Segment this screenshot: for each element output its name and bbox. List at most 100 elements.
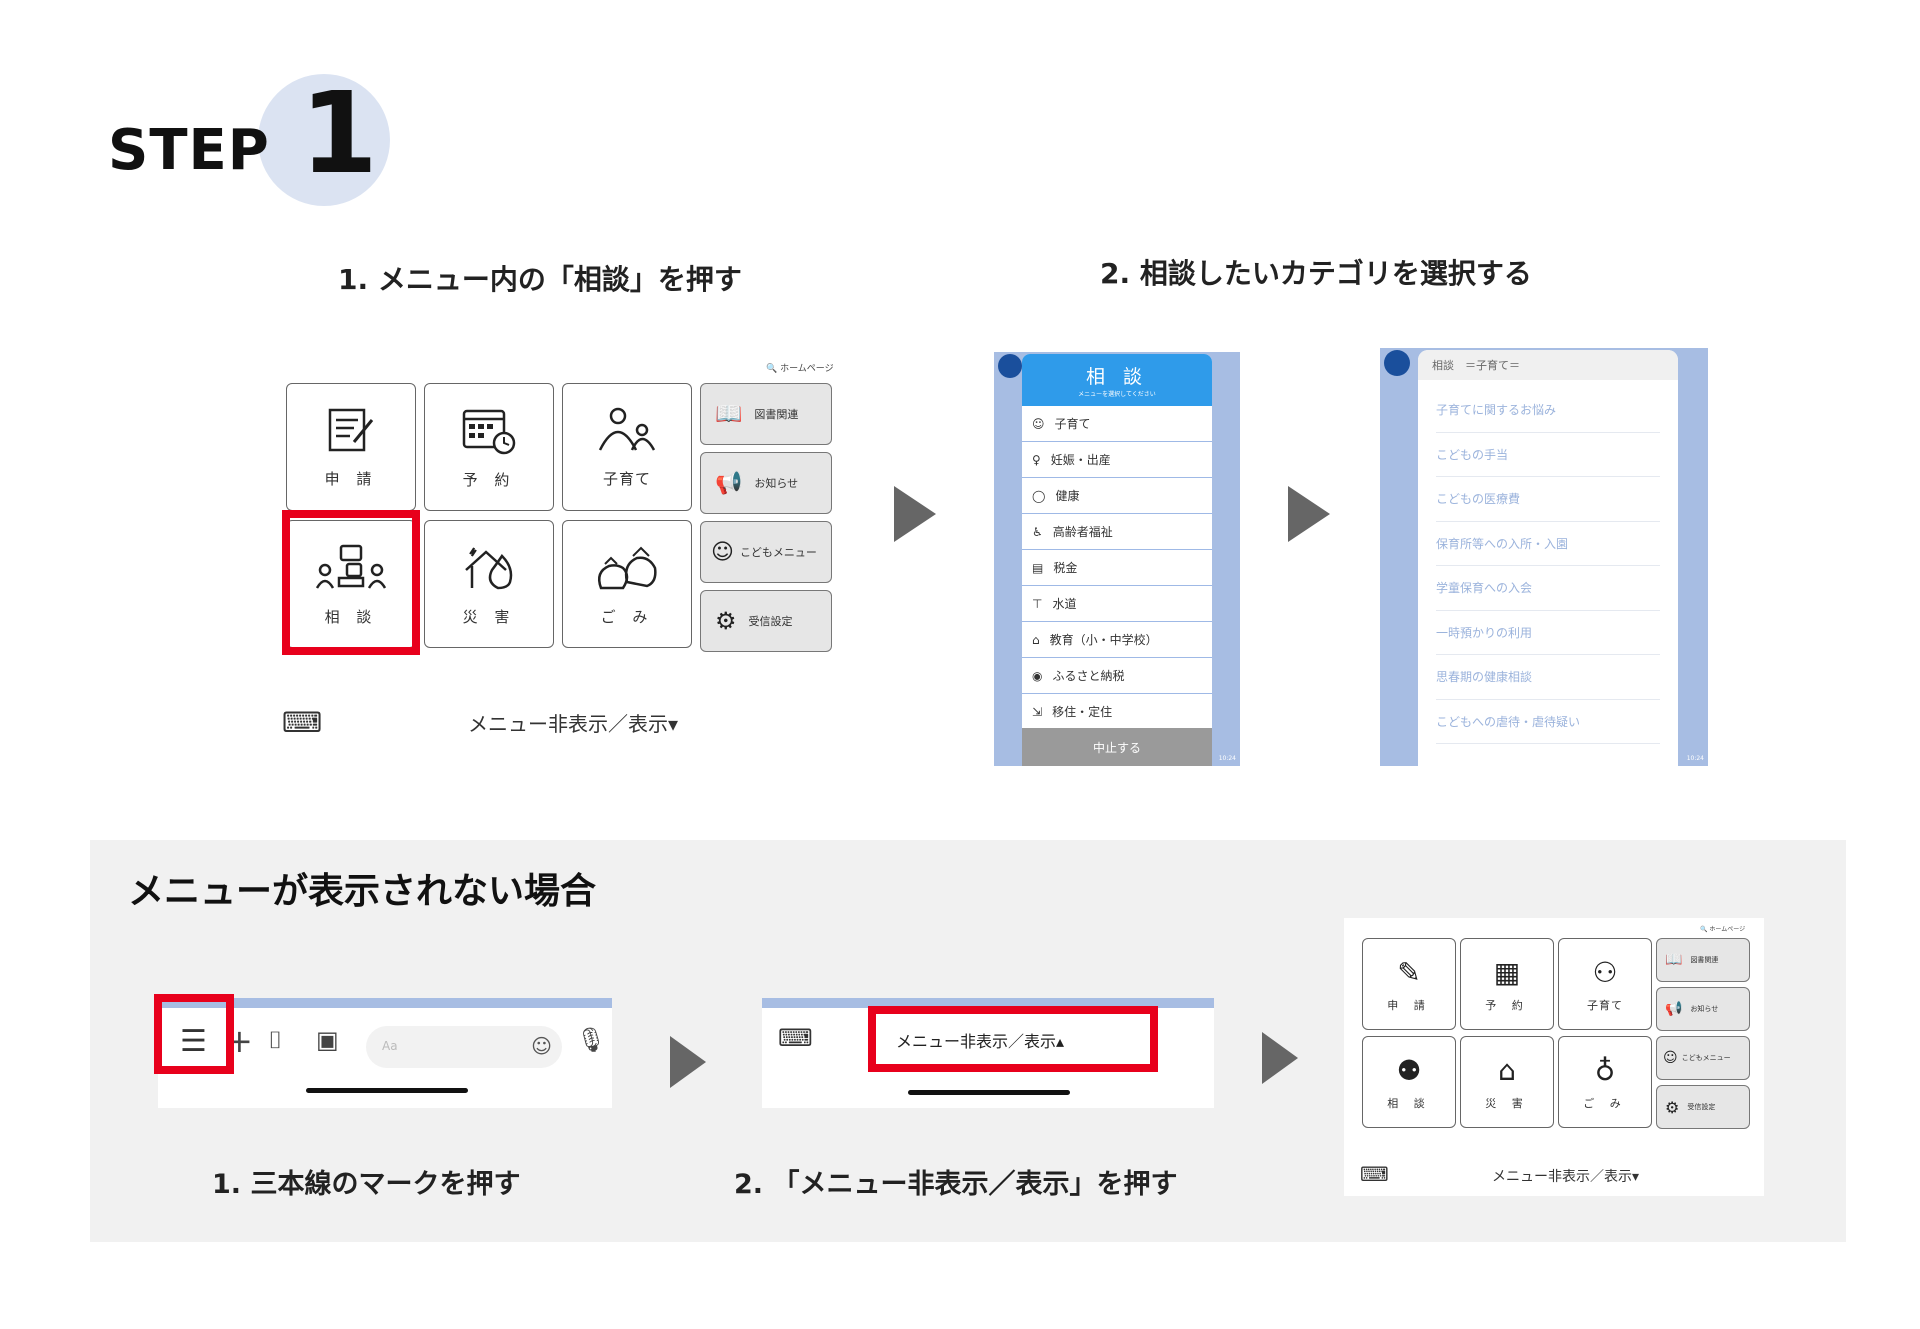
highlight-toggle bbox=[868, 1006, 1158, 1072]
menu-consult-button[interactable]: ⚉ 相 談 bbox=[1362, 1036, 1456, 1128]
timestamp: 10:24 bbox=[1686, 755, 1704, 762]
consult-item[interactable]: ⊤ 水道 bbox=[1022, 586, 1212, 622]
apple-icon: ◯ bbox=[1032, 488, 1046, 503]
childcare-header: 相談 ＝子育て＝ bbox=[1418, 350, 1678, 380]
camera-icon[interactable]: ⌷ bbox=[268, 1026, 282, 1054]
homepage-link[interactable]: 🔍 ホームページ bbox=[1700, 924, 1745, 933]
elderly-icon: ♿ bbox=[1032, 524, 1043, 539]
parent-child-icon: ⚇ bbox=[1592, 955, 1618, 989]
step-number: 1 bbox=[300, 69, 378, 199]
consult-item[interactable]: ⇲ 移住・定住 bbox=[1022, 694, 1212, 730]
timestamp: 10:24 bbox=[1218, 755, 1236, 762]
category-item[interactable]: 保育所等への入所・入園 bbox=[1436, 522, 1660, 566]
instruction-heading-1: 1. メニュー内の「相談」を押す bbox=[338, 263, 742, 296]
step-label: STEP bbox=[108, 118, 270, 183]
instruction-caption-2: 2. 「メニュー非表示／表示」を押す bbox=[734, 1169, 1178, 1200]
menu-apply-button[interactable]: ✎ 申 請 bbox=[1362, 938, 1456, 1030]
consult-item[interactable]: ☺ 子育て bbox=[1022, 406, 1212, 442]
menu-childcare-button[interactable]: ⚇ 子育て bbox=[1558, 938, 1652, 1030]
menu-disaster-button[interactable]: 災 害 bbox=[424, 520, 554, 648]
child-face-icon: ☺ bbox=[711, 539, 734, 565]
consultation-icon: ⚉ bbox=[1396, 1053, 1422, 1087]
book-icon: 📖 bbox=[1665, 952, 1683, 968]
message-input[interactable]: Aa ☺ bbox=[366, 1026, 562, 1068]
menu-reserve-button[interactable]: ▦ 予 約 bbox=[1460, 938, 1554, 1030]
pregnancy-icon: ♀ bbox=[1032, 452, 1041, 467]
menu-news-button[interactable]: 📢 お知らせ bbox=[1656, 987, 1750, 1031]
highlight-hamburger bbox=[154, 994, 234, 1074]
menu-disaster-button[interactable]: ⌂ 災 害 bbox=[1460, 1036, 1554, 1128]
keyboard-icon[interactable]: ⌨ bbox=[778, 1024, 813, 1052]
consult-menu: 相 談 メニューを選択してください ☺ 子育て ♀ 妊娠・出産 ◯ 健康 ♿ 高齢者福祉… bbox=[1022, 354, 1212, 766]
relocation-icon: ⇲ bbox=[1032, 704, 1043, 719]
side-item-label: こどもメニュー bbox=[739, 546, 817, 559]
menu-settings-button[interactable]: ⚙ 受信設定 bbox=[1656, 1085, 1750, 1129]
account-avatar bbox=[1384, 350, 1410, 376]
next-arrow bbox=[670, 1036, 706, 1088]
garbage-bags-icon: ♁ bbox=[1594, 1053, 1616, 1087]
menu-item-label: 災 害 bbox=[462, 607, 516, 626]
baby-icon: ☺ bbox=[1032, 416, 1045, 431]
house-fire-icon: ⌂ bbox=[1498, 1053, 1516, 1087]
account-avatar bbox=[998, 354, 1022, 378]
image-icon[interactable]: ▣ bbox=[316, 1026, 339, 1054]
menu-library-button[interactable]: 📖 図書関連 bbox=[700, 383, 832, 445]
instruction-heading-2: 2. 相談したいカテゴリを選択する bbox=[1100, 257, 1532, 290]
cancel-button[interactable]: 中止する bbox=[1022, 728, 1212, 766]
homepage-link[interactable]: 🔍 ホームページ bbox=[766, 361, 834, 374]
next-arrow bbox=[1262, 1032, 1298, 1084]
menu-missing-section: メニューが表示されない場合 ☰ + ⌷ ▣ Aa ☺ 🎙 ⌨ メニュー非表示／表示… bbox=[90, 840, 1846, 1242]
category-item[interactable]: 思春期の健康相談 bbox=[1436, 655, 1660, 700]
childcare-screen: 相談 ＝子育て＝ 子育てに関するお悩み こどもの手当 こどもの医療費 保育所等へ… bbox=[1380, 348, 1708, 766]
tax-icon: ▤ bbox=[1032, 560, 1044, 575]
consult-header: 相 談 メニューを選択してください bbox=[1022, 354, 1212, 406]
category-item[interactable]: こどもの手当 bbox=[1436, 433, 1660, 477]
menu-item-label: 申 請 bbox=[324, 469, 378, 488]
school-icon: ⌂ bbox=[1032, 632, 1040, 647]
microphone-icon[interactable]: 🎙 bbox=[576, 1026, 606, 1054]
category-item[interactable]: 一時預かりの利用 bbox=[1436, 611, 1660, 655]
menu-toggle[interactable]: メニュー非表示／表示▾ bbox=[1492, 1166, 1639, 1186]
menu-garbage-button[interactable]: ♁ ご み bbox=[1558, 1036, 1652, 1128]
menu-reserve-button[interactable]: 予 約 bbox=[424, 383, 554, 511]
menu-library-button[interactable]: 📖 図書関連 bbox=[1656, 938, 1750, 982]
menu-apply-button[interactable]: 申 請 bbox=[286, 383, 416, 511]
menu-childcare-button[interactable]: 子育て bbox=[562, 383, 692, 511]
home-indicator bbox=[908, 1090, 1070, 1095]
calendar-clock-icon bbox=[462, 409, 516, 454]
book-icon: 📖 bbox=[715, 401, 743, 427]
consult-item[interactable]: ♿ 高齢者福祉 bbox=[1022, 514, 1212, 550]
consult-item[interactable]: ◯ 健康 bbox=[1022, 478, 1212, 514]
child-face-icon: ☺ bbox=[1663, 1050, 1678, 1066]
keyboard-icon[interactable]: ⌨ bbox=[282, 706, 322, 739]
consult-subtitle: メニューを選択してください bbox=[1078, 391, 1156, 398]
consult-item[interactable]: ♀ 妊娠・出産 bbox=[1022, 442, 1212, 478]
menu-garbage-button[interactable]: ご み bbox=[562, 520, 692, 648]
side-item-label: 受信設定 bbox=[748, 615, 793, 628]
menu-settings-button[interactable]: ⚙ 受信設定 bbox=[700, 590, 832, 652]
section-title: メニューが表示されない場合 bbox=[128, 871, 597, 912]
menu-kids-button[interactable]: ☺ こどもメニュー bbox=[700, 521, 832, 583]
menu-news-button[interactable]: 📢 お知らせ bbox=[700, 452, 832, 514]
consult-screen: 相 談 メニューを選択してください ☺ 子育て ♀ 妊娠・出産 ◯ 健康 ♿ 高齢者福祉… bbox=[994, 352, 1240, 766]
document-edit-icon bbox=[328, 408, 374, 451]
menu-toggle[interactable]: メニュー非表示／表示▾ bbox=[468, 708, 678, 737]
consult-item[interactable]: ▤ 税金 bbox=[1022, 550, 1212, 586]
category-item[interactable]: こどもへの虐待・虐待疑い bbox=[1436, 700, 1660, 744]
keyboard-icon[interactable]: ⌨ bbox=[1360, 1162, 1389, 1186]
water-tap-icon: ⊤ bbox=[1032, 596, 1043, 611]
consult-item[interactable]: ◉ ふるさと納税 bbox=[1022, 658, 1212, 694]
next-arrow bbox=[894, 486, 936, 542]
menu-item-label: 予 約 bbox=[462, 470, 516, 489]
category-item[interactable]: こどもの医療費 bbox=[1436, 477, 1660, 522]
category-item[interactable]: 学童保育への入会 bbox=[1436, 566, 1660, 611]
menu-item-label: 子育て bbox=[602, 469, 651, 488]
emoji-icon[interactable]: ☺ bbox=[531, 1034, 552, 1058]
instruction-caption-1: 1. 三本線のマークを押す bbox=[212, 1169, 521, 1200]
gear-icon: ⚙ bbox=[1665, 1097, 1680, 1117]
document-edit-icon: ✎ bbox=[1397, 955, 1421, 989]
menu-kids-button[interactable]: ☺ こどもメニュー bbox=[1656, 1036, 1750, 1080]
consult-item[interactable]: ⌂ 教育（小・中学校） bbox=[1022, 622, 1212, 658]
consult-title: 相 談 bbox=[1085, 366, 1149, 388]
category-item[interactable]: 子育てに関するお悩み bbox=[1436, 388, 1660, 433]
